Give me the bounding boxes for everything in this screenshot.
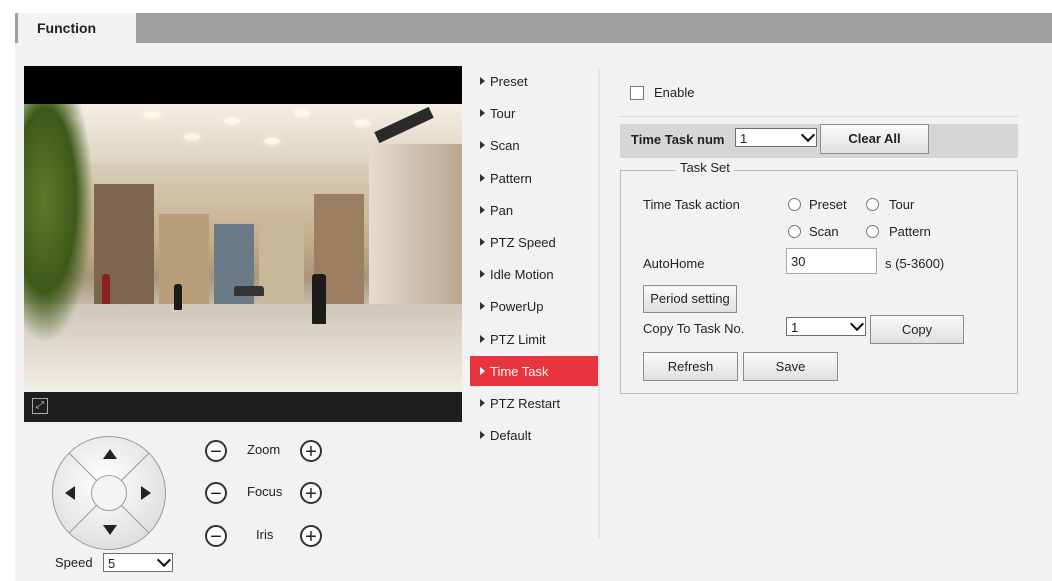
fullscreen-icon[interactable]: ⤢ (32, 398, 48, 414)
tab-function-label: Function (37, 20, 97, 36)
caret-right-icon (480, 302, 485, 310)
menu-item-label: PowerUp (490, 299, 544, 314)
caret-right-icon (480, 174, 485, 182)
menu-item-ptz-speed[interactable]: PTZ Speed (470, 227, 598, 257)
caret-right-icon (480, 141, 485, 149)
focus-near-button[interactable]: − (205, 482, 227, 504)
menu-item-pan[interactable]: Pan (470, 195, 598, 225)
menu-item-ptz-limit[interactable]: PTZ Limit (470, 324, 598, 354)
tab-bar (15, 13, 1052, 43)
preset-radio[interactable] (788, 198, 801, 211)
speed-label: Speed (55, 555, 93, 570)
menu-item-label: Pan (490, 203, 514, 218)
menu-item-pattern[interactable]: Pattern (470, 163, 598, 193)
menu-item-label: PTZ Restart (490, 396, 561, 411)
menu-item-label: Tour (490, 106, 516, 121)
caret-right-icon (480, 335, 485, 343)
pattern-radio[interactable] (866, 225, 879, 238)
zoom-in-button[interactable]: + (300, 440, 322, 462)
menu-item-label: Idle Motion (490, 267, 554, 282)
tour-radio[interactable] (866, 198, 879, 211)
tour-radio-label: Tour (889, 197, 915, 212)
menu-item-label: Preset (490, 74, 528, 89)
down-arrow-icon[interactable] (103, 525, 117, 535)
caret-right-icon (480, 270, 485, 278)
right-arrow-icon[interactable] (141, 486, 151, 500)
focus-label: Focus (247, 484, 283, 499)
pattern-radio-label: Pattern (889, 224, 931, 239)
dpad-center-button[interactable] (91, 475, 127, 511)
menu-item-scan[interactable]: Scan (470, 130, 598, 160)
caret-right-icon (480, 109, 485, 117)
live-video[interactable] (24, 66, 462, 422)
menu-item-preset[interactable]: Preset (470, 66, 598, 96)
autohome-label: AutoHome (643, 256, 705, 271)
menu-item-label: Scan (490, 138, 520, 153)
menu-item-powerup[interactable]: PowerUp (470, 291, 598, 321)
zoom-label: Zoom (247, 442, 281, 457)
menu-item-ptz-restart[interactable]: PTZ Restart (470, 388, 598, 418)
video-toolbar (24, 392, 462, 422)
caret-right-icon (480, 77, 485, 85)
speed-value: 5 (108, 556, 116, 571)
menu-item-label: Default (490, 428, 532, 443)
caret-right-icon (480, 238, 485, 246)
save-button[interactable]: Save (743, 352, 838, 381)
time-task-num-select[interactable]: 1 (735, 127, 817, 147)
menu-item-time-task[interactable]: Time Task (470, 356, 598, 386)
focus-far-button[interactable]: + (300, 482, 322, 504)
menu-item-label: PTZ Limit (490, 332, 546, 347)
time-task-num-value: 1 (740, 131, 748, 146)
left-arrow-icon[interactable] (65, 486, 75, 500)
caret-right-icon (480, 399, 485, 407)
menu-item-default[interactable]: Default (470, 420, 598, 450)
period-setting-button[interactable]: Period setting (643, 285, 737, 313)
autohome-input[interactable]: 30 (786, 248, 877, 274)
copy-to-task-value: 1 (791, 320, 799, 335)
time-task-action-label: Time Task action (643, 197, 740, 212)
zoom-out-button[interactable]: − (205, 440, 227, 462)
caret-right-icon (480, 367, 485, 375)
preset-radio-label: Preset (809, 197, 847, 212)
enable-label: Enable (654, 85, 695, 100)
enable-checkbox[interactable] (630, 86, 644, 100)
menu-item-label: Time Task (490, 364, 549, 379)
clear-all-button[interactable]: Clear All (820, 124, 929, 154)
video-frame (24, 104, 462, 392)
iris-close-button[interactable]: − (205, 525, 227, 547)
chevron-down-icon (849, 316, 865, 332)
menu-item-tour[interactable]: Tour (470, 98, 598, 128)
menu-divider (598, 68, 600, 538)
speed-select[interactable]: 5 (103, 552, 173, 572)
chevron-down-icon (800, 127, 816, 143)
time-task-num-label: Time Task num (631, 132, 725, 147)
ptz-direction-pad[interactable] (52, 436, 166, 550)
up-arrow-icon[interactable] (103, 449, 117, 459)
refresh-button[interactable]: Refresh (643, 352, 738, 381)
caret-right-icon (480, 431, 485, 439)
caret-right-icon (480, 206, 485, 214)
iris-open-button[interactable]: + (300, 525, 322, 547)
separator (620, 116, 1018, 117)
copy-to-task-select[interactable]: 1 (786, 316, 866, 336)
copy-to-task-label: Copy To Task No. (643, 321, 745, 336)
scan-radio-label: Scan (809, 224, 839, 239)
menu-item-label: PTZ Speed (490, 235, 556, 250)
task-set-legend: Task Set (676, 160, 734, 175)
chevron-down-icon (156, 552, 172, 568)
menu-item-idle-motion[interactable]: Idle Motion (470, 259, 598, 289)
copy-button[interactable]: Copy (870, 315, 964, 344)
iris-label: Iris (256, 527, 274, 542)
scan-radio[interactable] (788, 225, 801, 238)
tab-function[interactable]: Function (18, 13, 136, 45)
autohome-range: s (5-3600) (885, 256, 945, 271)
autohome-value: 30 (791, 254, 806, 269)
menu-item-label: Pattern (490, 171, 532, 186)
